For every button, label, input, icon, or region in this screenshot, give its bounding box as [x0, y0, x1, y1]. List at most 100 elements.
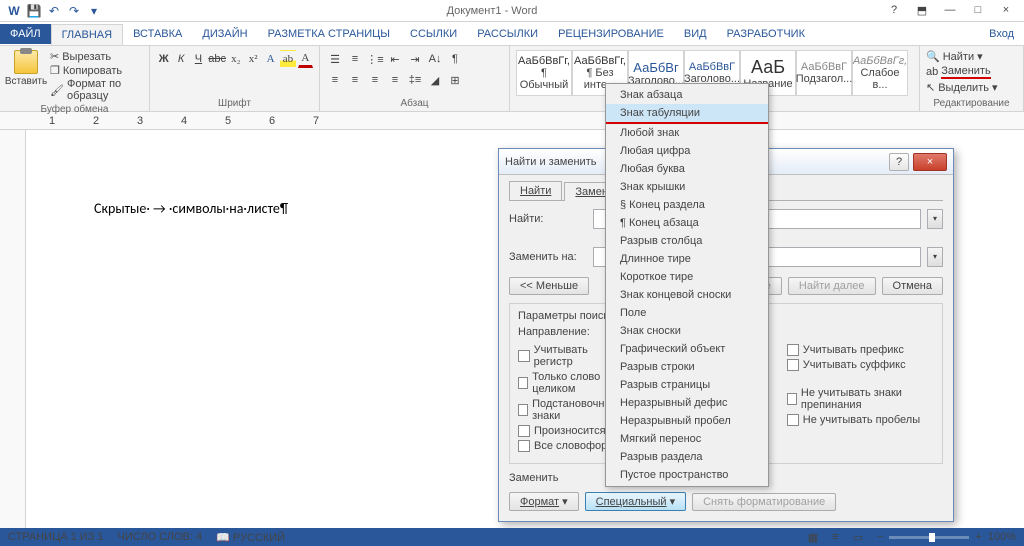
account-signin[interactable]: Вход	[979, 28, 1024, 40]
clear-format-button[interactable]: Снять форматирование	[692, 493, 836, 511]
maximize-icon[interactable]: □	[968, 4, 988, 17]
chk-space[interactable]: Не учитывать пробелы	[787, 414, 934, 426]
menu-item[interactable]: § Конец раздела	[606, 196, 768, 214]
menu-item-tab[interactable]: Знак табуляции	[606, 104, 768, 124]
shading-button[interactable]: ◢	[426, 71, 444, 89]
close-icon[interactable]: ×	[996, 4, 1016, 17]
justify-button[interactable]: ≡	[386, 71, 404, 89]
view-print-icon[interactable]: ▦	[808, 531, 818, 544]
document-text[interactable]: Скрытые· → ·символы·на·листе¶	[94, 200, 288, 217]
subscript-button[interactable]: x₂	[228, 50, 243, 68]
show-marks-button[interactable]: ¶	[446, 50, 464, 68]
save-icon[interactable]: 💾	[26, 3, 42, 19]
menu-item[interactable]: Короткое тире	[606, 268, 768, 286]
zoom-control[interactable]: − + 100%	[877, 531, 1016, 543]
menu-item[interactable]: Любая буква	[606, 160, 768, 178]
chk-suffix[interactable]: Учитывать суффикс	[787, 359, 934, 371]
find-button[interactable]: 🔍Найти ▾	[926, 50, 1017, 63]
tab-review[interactable]: РЕЦЕНЗИРОВАНИЕ	[548, 24, 674, 44]
undo-icon[interactable]: ↶	[46, 3, 62, 19]
borders-button[interactable]: ⊞	[446, 71, 464, 89]
menu-item[interactable]: Неразрывный пробел	[606, 412, 768, 430]
copy-button[interactable]: ❐Копировать	[50, 64, 143, 77]
replace-dropdown-icon[interactable]: ▾	[927, 247, 943, 267]
underline-button[interactable]: Ч	[191, 50, 206, 68]
tab-refs[interactable]: ССЫЛКИ	[400, 24, 467, 44]
find-next-button[interactable]: Найти далее	[788, 277, 876, 295]
tab-dev[interactable]: РАЗРАБОТЧИК	[717, 24, 815, 44]
style-normal[interactable]: АаБбВвГг,¶ Обычный	[516, 50, 572, 96]
tab-view[interactable]: ВИД	[674, 24, 717, 44]
format-painter-button[interactable]: 🖌Формат по образцу	[50, 78, 143, 102]
dialog-close-icon[interactable]: ×	[913, 153, 947, 171]
find-dropdown-icon[interactable]: ▾	[927, 209, 943, 229]
tab-home[interactable]: ГЛАВНАЯ	[51, 24, 123, 45]
horizontal-ruler[interactable]: 1234567 1617	[0, 112, 1024, 130]
menu-item[interactable]: Любой знак	[606, 124, 768, 142]
menu-item[interactable]: Разрыв страницы	[606, 376, 768, 394]
highlight-button[interactable]: ab	[280, 50, 295, 68]
bullets-button[interactable]: ☰	[326, 50, 344, 68]
chk-prefix[interactable]: Учитывать префикс	[787, 344, 934, 356]
status-lang[interactable]: 📖 РУССКИЙ	[216, 531, 285, 544]
format-button[interactable]: Формат ▾	[509, 492, 579, 511]
menu-item[interactable]: Пустое пространство	[606, 466, 768, 484]
menu-item[interactable]: Разрыв столбца	[606, 232, 768, 250]
menu-item[interactable]: Мягкий перенос	[606, 430, 768, 448]
chk-punct[interactable]: Не учитывать знаки препинания	[787, 387, 934, 411]
tab-insert[interactable]: ВСТАВКА	[123, 24, 192, 44]
paste-button[interactable]: Вставить	[6, 50, 46, 102]
menu-item[interactable]: Разрыв строки	[606, 358, 768, 376]
cancel-button[interactable]: Отмена	[882, 277, 943, 295]
view-web-icon[interactable]: ▭	[853, 531, 863, 544]
status-words[interactable]: ЧИСЛО СЛОВ: 4	[118, 531, 203, 543]
menu-item[interactable]: Разрыв раздела	[606, 448, 768, 466]
menu-item[interactable]: Неразрывный дефис	[606, 394, 768, 412]
less-button[interactable]: << Меньше	[509, 277, 589, 295]
menu-item[interactable]: Знак сноски	[606, 322, 768, 340]
italic-button[interactable]: К	[173, 50, 188, 68]
menu-item[interactable]: ¶ Конец абзаца	[606, 214, 768, 232]
special-button[interactable]: Специальный ▾	[585, 492, 686, 511]
vertical-ruler[interactable]	[0, 130, 26, 528]
qat-more-icon[interactable]: ▾	[86, 3, 102, 19]
menu-item[interactable]: Знак абзаца	[606, 86, 768, 104]
zoom-out-icon[interactable]: −	[877, 531, 883, 543]
zoom-slider[interactable]	[889, 536, 969, 539]
tab-layout[interactable]: РАЗМЕТКА СТРАНИЦЫ	[258, 24, 400, 44]
bold-button[interactable]: Ж	[156, 50, 171, 68]
font-color-button[interactable]: A	[298, 50, 313, 68]
indent-left-button[interactable]: ⇤	[386, 50, 404, 68]
style-subtle[interactable]: АаБбВвГг,Слабое в...	[852, 50, 908, 96]
text-effects-button[interactable]: A	[263, 50, 278, 68]
align-center-button[interactable]: ≡	[346, 71, 364, 89]
sort-button[interactable]: A↓	[426, 50, 444, 68]
help-icon[interactable]: ?	[884, 4, 904, 17]
menu-item[interactable]: Графический объект	[606, 340, 768, 358]
zoom-in-icon[interactable]: +	[975, 531, 981, 543]
cut-button[interactable]: ✂Вырезать	[50, 50, 143, 63]
zoom-value[interactable]: 100%	[988, 531, 1016, 543]
strike-button[interactable]: abc	[208, 50, 226, 68]
tab-file[interactable]: ФАЙЛ	[0, 24, 51, 44]
multilevel-button[interactable]: ⋮≡	[366, 50, 384, 68]
view-read-icon[interactable]: ≡	[832, 531, 838, 543]
line-spacing-button[interactable]: ‡≡	[406, 71, 424, 89]
menu-item[interactable]: Знак крышки	[606, 178, 768, 196]
numbering-button[interactable]: ≡	[346, 50, 364, 68]
replace-button[interactable]: abЗаменить	[926, 65, 1017, 79]
align-right-button[interactable]: ≡	[366, 71, 384, 89]
superscript-button[interactable]: x²	[246, 50, 261, 68]
indent-right-button[interactable]: ⇥	[406, 50, 424, 68]
minimize-icon[interactable]: —	[940, 4, 960, 17]
redo-icon[interactable]: ↷	[66, 3, 82, 19]
tab-design[interactable]: ДИЗАЙН	[192, 24, 257, 44]
menu-item[interactable]: Знак концевой сноски	[606, 286, 768, 304]
status-page[interactable]: СТРАНИЦА 1 ИЗ 1	[8, 531, 104, 543]
menu-item[interactable]: Поле	[606, 304, 768, 322]
menu-item[interactable]: Длинное тире	[606, 250, 768, 268]
select-button[interactable]: ↖Выделить ▾	[926, 81, 1017, 94]
align-left-button[interactable]: ≡	[326, 71, 344, 89]
menu-item[interactable]: Любая цифра	[606, 142, 768, 160]
dialog-tab-find[interactable]: Найти	[509, 181, 562, 200]
